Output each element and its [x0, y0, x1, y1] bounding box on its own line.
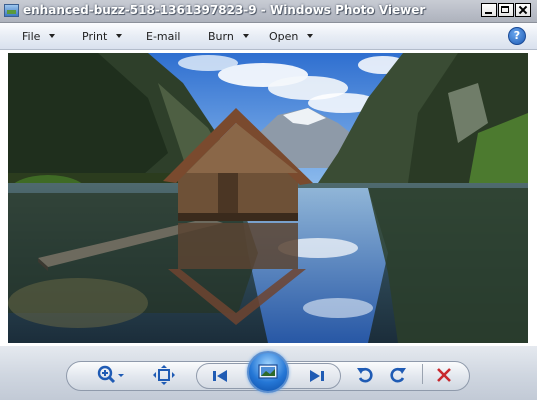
menu-open-label: Open: [269, 30, 299, 43]
delete-button[interactable]: [433, 364, 455, 386]
previous-button[interactable]: [205, 366, 235, 386]
menu-email[interactable]: E-mail: [146, 30, 181, 43]
next-icon: [310, 370, 324, 382]
chevron-down-icon: [307, 34, 314, 38]
menu-print-label: Print: [82, 30, 108, 43]
minimize-button[interactable]: [481, 3, 497, 17]
title-bar[interactable]: enhanced-buzz-518-1361397823-9 - Windows…: [0, 0, 537, 23]
photo-viewer-app-icon: [4, 4, 19, 17]
chevron-down-icon: [116, 34, 123, 38]
delete-icon: [437, 368, 451, 382]
next-button[interactable]: [302, 366, 332, 386]
menu-open[interactable]: Open: [269, 30, 314, 43]
zoom-button[interactable]: [95, 364, 127, 386]
rotate-counterclockwise-icon: [357, 367, 373, 383]
menu-print[interactable]: Print: [82, 30, 123, 43]
rotate-clockwise-button[interactable]: [387, 364, 409, 386]
menu-email-label: E-mail: [146, 30, 181, 43]
close-window-button[interactable]: [515, 3, 531, 17]
slideshow-button[interactable]: [247, 351, 289, 393]
menu-file[interactable]: File: [22, 30, 56, 43]
menu-burn-label: Burn: [208, 30, 234, 43]
window-title: enhanced-buzz-518-1361397823-9 - Windows…: [23, 3, 426, 17]
actual-size-icon: [153, 365, 175, 385]
slideshow-icon: [258, 364, 278, 379]
chevron-down-icon: [242, 34, 249, 38]
image-viewport[interactable]: [0, 50, 537, 346]
menu-burn[interactable]: Burn: [208, 30, 249, 43]
displayed-photo: [8, 53, 528, 343]
zoom-in-icon: [97, 365, 124, 384]
rotate-counterclockwise-button[interactable]: [354, 364, 376, 386]
help-icon[interactable]: ?: [508, 27, 526, 45]
actual-size-button[interactable]: [152, 364, 176, 386]
command-bar: File Print E-mail Burn Open ?: [0, 23, 537, 50]
rotate-clockwise-icon: [390, 367, 406, 383]
toolbar-divider: [422, 364, 423, 384]
maximize-button[interactable]: [498, 3, 514, 17]
previous-icon: [213, 370, 227, 382]
menu-file-label: File: [22, 30, 41, 43]
chevron-down-icon: [49, 34, 56, 38]
